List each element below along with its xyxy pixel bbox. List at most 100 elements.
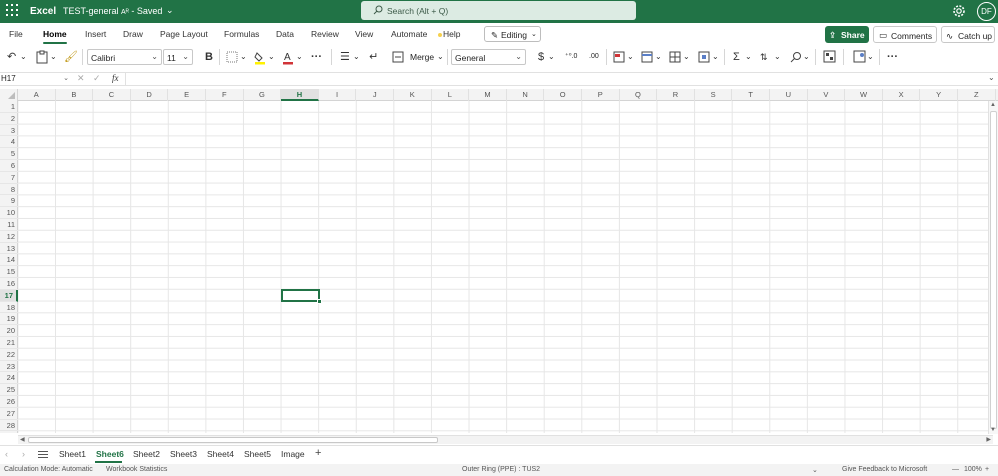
row-header[interactable]: 9 bbox=[0, 195, 18, 208]
chevron-down-icon[interactable]: ⌄ bbox=[812, 466, 818, 474]
column-header[interactable]: L bbox=[432, 89, 470, 101]
font-size-dropdown[interactable]: 11 ⌄ bbox=[163, 49, 193, 65]
more-icon[interactable]: ··· bbox=[311, 49, 322, 65]
zoom-out-icon[interactable]: — bbox=[952, 466, 959, 473]
column-header[interactable]: B bbox=[56, 89, 94, 101]
chevron-down-icon[interactable]: ⌄ bbox=[437, 49, 444, 65]
catch-up-button[interactable]: ∿ Catch up bbox=[941, 26, 995, 43]
autosum-icon[interactable]: Σ bbox=[733, 49, 740, 65]
column-header[interactable]: E bbox=[168, 89, 206, 101]
chevron-down-icon[interactable]: ⌄ bbox=[268, 49, 275, 65]
scroll-up-icon[interactable]: ▲ bbox=[990, 102, 996, 108]
horizontal-scroll-thumb[interactable] bbox=[28, 437, 438, 443]
row-header[interactable]: 23 bbox=[0, 361, 18, 373]
app-name[interactable]: Excel bbox=[30, 6, 56, 17]
row-header[interactable]: 2 bbox=[0, 113, 18, 125]
tab-automate[interactable]: Automate bbox=[391, 29, 427, 39]
chevron-down-icon[interactable]: ⌄ bbox=[166, 5, 174, 16]
chevron-down-icon[interactable]: ⌄ bbox=[712, 49, 719, 65]
column-header[interactable]: A bbox=[18, 89, 56, 101]
decrease-decimal-icon[interactable]: .00 bbox=[589, 49, 599, 65]
prev-sheet-icon[interactable]: ‹ bbox=[5, 449, 8, 459]
select-all-corner[interactable] bbox=[0, 89, 18, 101]
sheet-tab[interactable]: Sheet1 bbox=[59, 449, 86, 459]
row-header[interactable]: 25 bbox=[0, 384, 18, 396]
column-header[interactable]: H bbox=[281, 89, 319, 101]
row-header[interactable]: 11 bbox=[0, 219, 18, 231]
chevron-down-icon[interactable]: ⌄ bbox=[745, 49, 752, 65]
cell-area[interactable] bbox=[18, 101, 988, 433]
row-header[interactable]: 13 bbox=[0, 243, 18, 255]
vertical-scroll-thumb[interactable] bbox=[990, 111, 997, 429]
chevron-down-icon[interactable]: ⌄ bbox=[627, 49, 634, 65]
find-icon[interactable] bbox=[790, 49, 802, 65]
row-header[interactable]: 16 bbox=[0, 278, 18, 290]
add-ins-icon[interactable] bbox=[823, 49, 836, 65]
row-header[interactable]: 20 bbox=[0, 325, 18, 337]
feedback-link[interactable]: Give Feedback to Microsoft bbox=[842, 466, 927, 473]
column-header[interactable]: Q bbox=[620, 89, 658, 101]
designer-icon[interactable] bbox=[853, 49, 866, 65]
sheet-tab[interactable]: Sheet3 bbox=[170, 449, 197, 459]
vertical-scrollbar[interactable]: ▲ ▼ bbox=[988, 101, 998, 434]
column-header[interactable]: R bbox=[657, 89, 695, 101]
column-header[interactable]: V bbox=[808, 89, 846, 101]
check-icon[interactable]: ✓ bbox=[93, 73, 101, 84]
row-header[interactable]: 14 bbox=[0, 254, 18, 267]
chevron-down-icon[interactable]: ⌄ bbox=[240, 49, 247, 65]
scroll-right-icon[interactable]: ▶ bbox=[986, 436, 991, 443]
conditional-format-icon[interactable] bbox=[613, 49, 625, 65]
chevron-down-icon[interactable]: ⌄ bbox=[867, 49, 874, 65]
add-sheet-icon[interactable]: + bbox=[315, 447, 321, 459]
column-header[interactable]: Z bbox=[958, 89, 996, 101]
share-button[interactable]: ⇪ Share bbox=[825, 26, 869, 43]
row-header[interactable]: 27 bbox=[0, 408, 18, 420]
chevron-down-icon[interactable]: ⌄ bbox=[655, 49, 662, 65]
search-input[interactable]: Search (Alt + Q) bbox=[361, 1, 636, 20]
name-box[interactable]: H17 ⌄ bbox=[0, 73, 72, 85]
column-header[interactable]: C bbox=[93, 89, 131, 101]
chevron-down-icon[interactable]: ⌄ bbox=[50, 49, 57, 65]
merge-icon[interactable] bbox=[392, 49, 404, 65]
zoom-level[interactable]: 100% bbox=[964, 466, 982, 473]
row-header[interactable]: 17 bbox=[0, 289, 18, 302]
sheet-tab[interactable]: Sheet4 bbox=[207, 449, 234, 459]
cancel-icon[interactable]: ✕ bbox=[77, 73, 85, 84]
row-header[interactable]: 28 bbox=[0, 420, 18, 432]
tab-help[interactable]: Help bbox=[438, 29, 460, 39]
row-header[interactable]: 3 bbox=[0, 125, 18, 137]
merge-label[interactable]: Merge bbox=[410, 49, 434, 65]
more-icon[interactable]: ··· bbox=[887, 49, 898, 65]
chevron-down-icon[interactable]: ⌄ bbox=[296, 49, 303, 65]
column-header[interactable]: D bbox=[131, 89, 169, 101]
tab-page-layout[interactable]: Page Layout bbox=[160, 29, 208, 39]
row-header[interactable]: 24 bbox=[0, 372, 18, 385]
format-as-table-icon[interactable] bbox=[641, 49, 653, 65]
column-header[interactable]: Y bbox=[920, 89, 958, 101]
avatar[interactable]: DF bbox=[977, 2, 996, 21]
font-color-icon[interactable]: A bbox=[282, 49, 294, 65]
fill-color-icon[interactable] bbox=[254, 49, 266, 65]
row-header[interactable]: 1 bbox=[0, 101, 18, 113]
column-header[interactable]: W bbox=[845, 89, 883, 101]
scroll-down-icon[interactable]: ▼ bbox=[990, 427, 996, 433]
active-cell[interactable] bbox=[281, 289, 322, 304]
increase-decimal-icon[interactable]: ⁺⁰.0 bbox=[565, 49, 577, 65]
fill-handle[interactable] bbox=[317, 299, 322, 304]
wrap-text-icon[interactable]: ↵ bbox=[369, 49, 378, 65]
chevron-down-icon[interactable]: ⌄ bbox=[548, 49, 555, 65]
cell-styles-icon[interactable] bbox=[669, 49, 681, 65]
row-header[interactable]: 6 bbox=[0, 160, 18, 172]
column-header[interactable]: F bbox=[206, 89, 244, 101]
row-header[interactable]: 26 bbox=[0, 396, 18, 408]
tab-home[interactable]: Home bbox=[43, 29, 67, 39]
bold-icon[interactable]: B bbox=[205, 49, 213, 65]
chevron-down-icon[interactable]: ⌄ bbox=[988, 73, 995, 82]
zoom-in-icon[interactable]: + bbox=[985, 466, 989, 473]
row-header[interactable]: 8 bbox=[0, 184, 18, 196]
calculation-mode[interactable]: Calculation Mode: Automatic bbox=[4, 466, 93, 473]
chevron-down-icon[interactable]: ⌄ bbox=[353, 49, 360, 65]
tab-insert[interactable]: Insert bbox=[85, 29, 106, 39]
insert-delete-icon[interactable] bbox=[698, 49, 710, 65]
editing-mode-button[interactable]: ✎ Editing ⌄ bbox=[484, 26, 541, 42]
